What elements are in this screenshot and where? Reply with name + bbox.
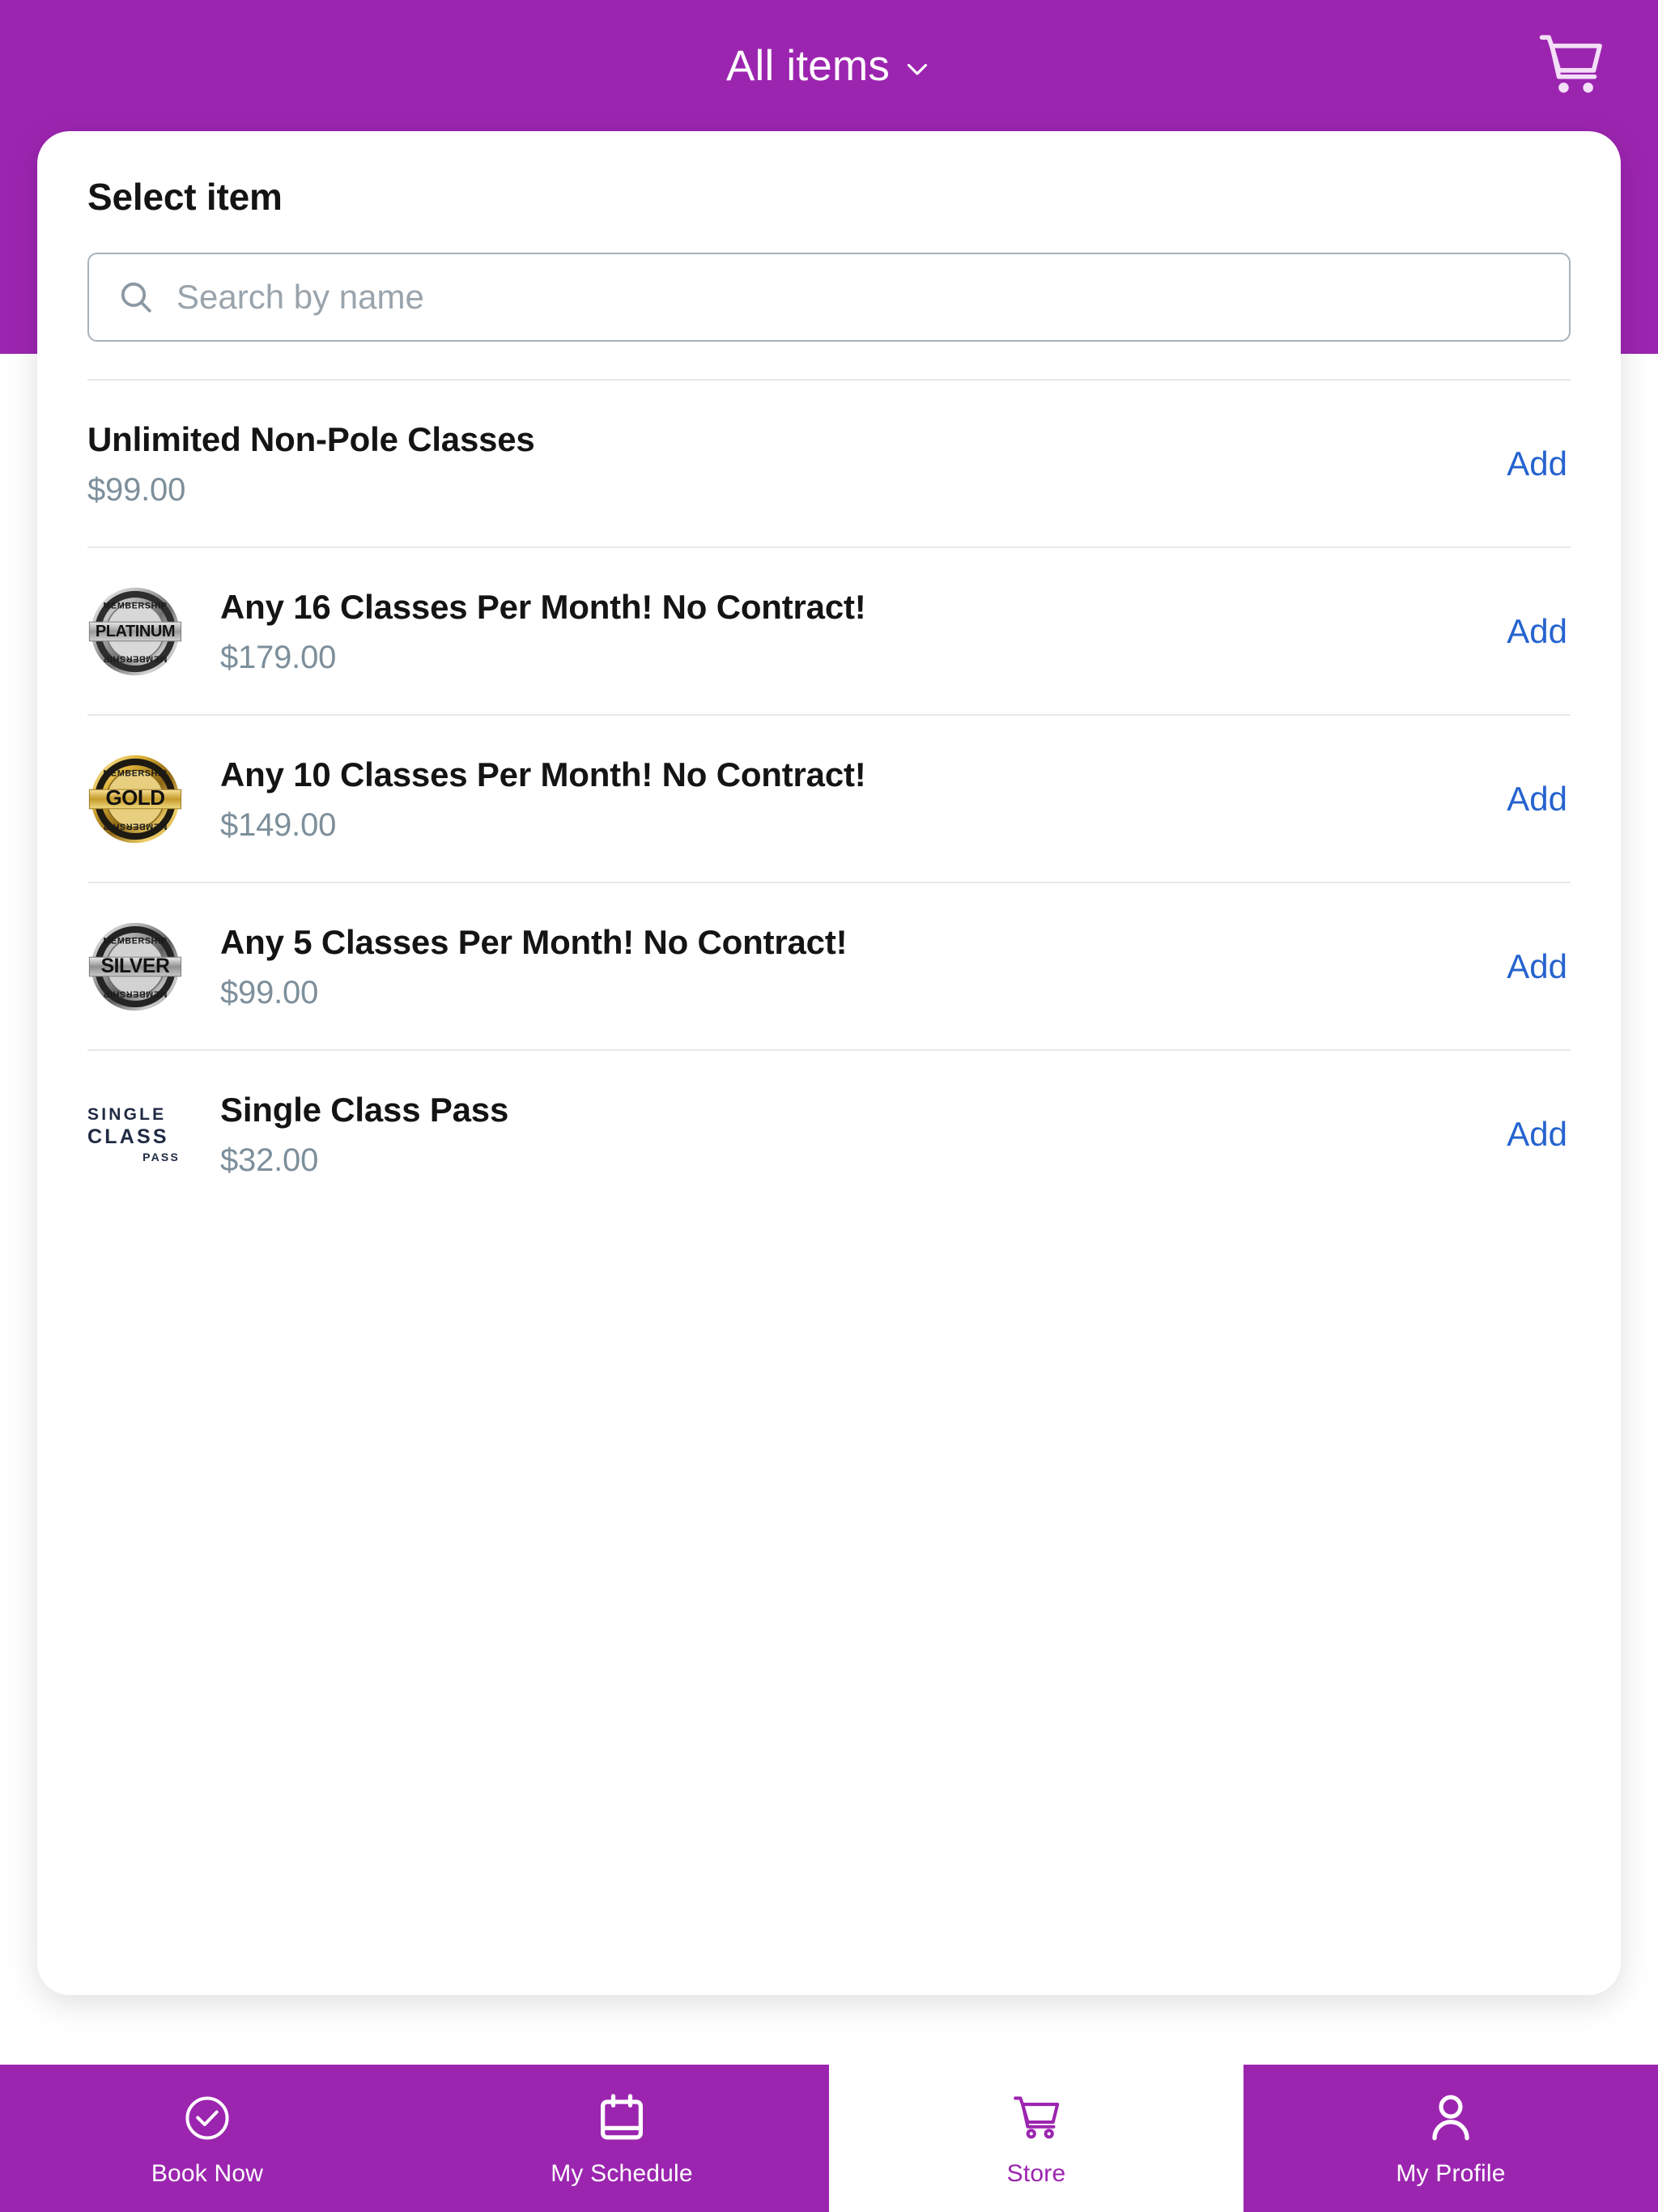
nav-label: My Profile <box>1396 2160 1506 2187</box>
svg-text:MEMBERSHIP: MEMBERSHIP <box>103 768 167 778</box>
app-header: All items <box>0 0 1658 131</box>
item-thumbnail: PLATINUM MEMBERSHIP MEMBERSHIP <box>87 584 183 679</box>
nav-label: Store <box>1006 2160 1066 2187</box>
search-input[interactable] <box>176 278 1541 317</box>
item-price: $179.00 <box>220 640 337 676</box>
add-button[interactable]: Add <box>1474 436 1571 491</box>
svg-text:MEMBERSHIP: MEMBERSHIP <box>104 989 168 998</box>
add-button[interactable]: Add <box>1474 1107 1571 1162</box>
gold-membership-badge-icon: GOLD MEMBERSHIP MEMBERSHIP <box>87 751 183 847</box>
chevron-down-icon <box>903 54 932 83</box>
search-icon <box>117 278 155 317</box>
add-button[interactable]: Add <box>1474 604 1571 659</box>
item-thumbnail: SILVER MEMBERSHIP MEMBERSHIP <box>87 919 183 1015</box>
list-item[interactable]: Unlimited Non-Pole Classes $99.00 Add <box>87 379 1571 547</box>
logo-line-3: PASS <box>142 1150 180 1163</box>
item-name: Any 16 Classes Per Month! No Contract! <box>220 587 866 626</box>
check-circle-icon <box>181 2089 233 2147</box>
item-price: $32.00 <box>220 1142 319 1179</box>
item-name: Single Class Pass <box>220 1090 509 1129</box>
item-name: Unlimited Non-Pole Classes <box>87 419 535 458</box>
search-field-wrapper[interactable] <box>87 253 1571 342</box>
item-details: Any 5 Classes Per Month! No Contract! $9… <box>220 921 1474 1012</box>
person-icon <box>1427 2089 1474 2147</box>
add-button[interactable]: Add <box>1474 939 1571 994</box>
item-thumbnail: SINGLE CLASS PASS <box>87 1087 183 1182</box>
select-item-card: Select item Unlimited Non-Pole Classes $… <box>37 131 1621 1995</box>
nav-tab-store[interactable]: Store <box>829 2065 1244 2212</box>
svg-text:GOLD: GOLD <box>105 785 164 810</box>
nav-tab-my-profile[interactable]: My Profile <box>1244 2065 1658 2212</box>
item-details: Any 10 Classes Per Month! No Contract! $… <box>220 754 1474 844</box>
logo-line-1: SINGLE <box>87 1104 167 1124</box>
list-item[interactable]: GOLD MEMBERSHIP MEMBERSHIP Any 10 Classe… <box>87 714 1571 882</box>
nav-label: Book Now <box>151 2160 264 2187</box>
header-title-label: All items <box>725 41 891 90</box>
item-list: Unlimited Non-Pole Classes $99.00 Add PL… <box>37 379 1621 1217</box>
svg-text:MEMBERSHIP: MEMBERSHIP <box>103 601 167 610</box>
item-details: Single Class Pass $32.00 <box>220 1089 1474 1180</box>
item-name: Any 5 Classes Per Month! No Contract! <box>220 922 848 961</box>
platinum-membership-badge-icon: PLATINUM MEMBERSHIP MEMBERSHIP <box>87 584 183 679</box>
list-item[interactable]: SILVER MEMBERSHIP MEMBERSHIP Any 5 Class… <box>87 882 1571 1049</box>
shopping-cart-icon <box>1011 2089 1061 2147</box>
silver-membership-badge-icon: SILVER MEMBERSHIP MEMBERSHIP <box>87 919 183 1015</box>
item-name: Any 10 Classes Per Month! No Contract! <box>220 755 866 793</box>
svg-text:MEMBERSHIP: MEMBERSHIP <box>104 653 168 663</box>
single-class-pass-logo: SINGLE CLASS PASS <box>87 1098 183 1171</box>
svg-text:MEMBERSHIP: MEMBERSHIP <box>103 936 167 946</box>
shopping-cart-icon <box>1536 32 1605 102</box>
add-button[interactable]: Add <box>1474 772 1571 827</box>
list-item[interactable]: PLATINUM MEMBERSHIP MEMBERSHIP Any 16 Cl… <box>87 547 1571 714</box>
all-items-dropdown[interactable]: All items <box>726 41 932 91</box>
svg-text:MEMBERSHIP: MEMBERSHIP <box>104 821 168 831</box>
item-details: Unlimited Non-Pole Classes $99.00 <box>87 419 1474 509</box>
nav-label: My Schedule <box>551 2160 693 2187</box>
calendar-icon <box>598 2089 645 2147</box>
list-item[interactable]: SINGLE CLASS PASS Single Class Pass $32.… <box>87 1049 1571 1217</box>
nav-tab-book-now[interactable]: Book Now <box>0 2065 414 2212</box>
page-title: Select item <box>87 176 283 218</box>
item-details: Any 16 Classes Per Month! No Contract! $… <box>220 586 1474 677</box>
svg-text:PLATINUM: PLATINUM <box>96 622 175 640</box>
item-price: $149.00 <box>220 807 337 844</box>
logo-line-2: CLASS <box>87 1125 169 1148</box>
bottom-navigation: Book Now My Schedule Store My Profile <box>0 2065 1658 2212</box>
svg-text:SILVER: SILVER <box>101 955 170 977</box>
header-cart-button[interactable] <box>1532 29 1609 104</box>
nav-tab-my-schedule[interactable]: My Schedule <box>414 2065 829 2212</box>
card-header: Select item <box>37 131 1621 342</box>
item-price: $99.00 <box>220 975 319 1011</box>
item-thumbnail: GOLD MEMBERSHIP MEMBERSHIP <box>87 751 183 847</box>
item-price: $99.00 <box>87 472 186 508</box>
